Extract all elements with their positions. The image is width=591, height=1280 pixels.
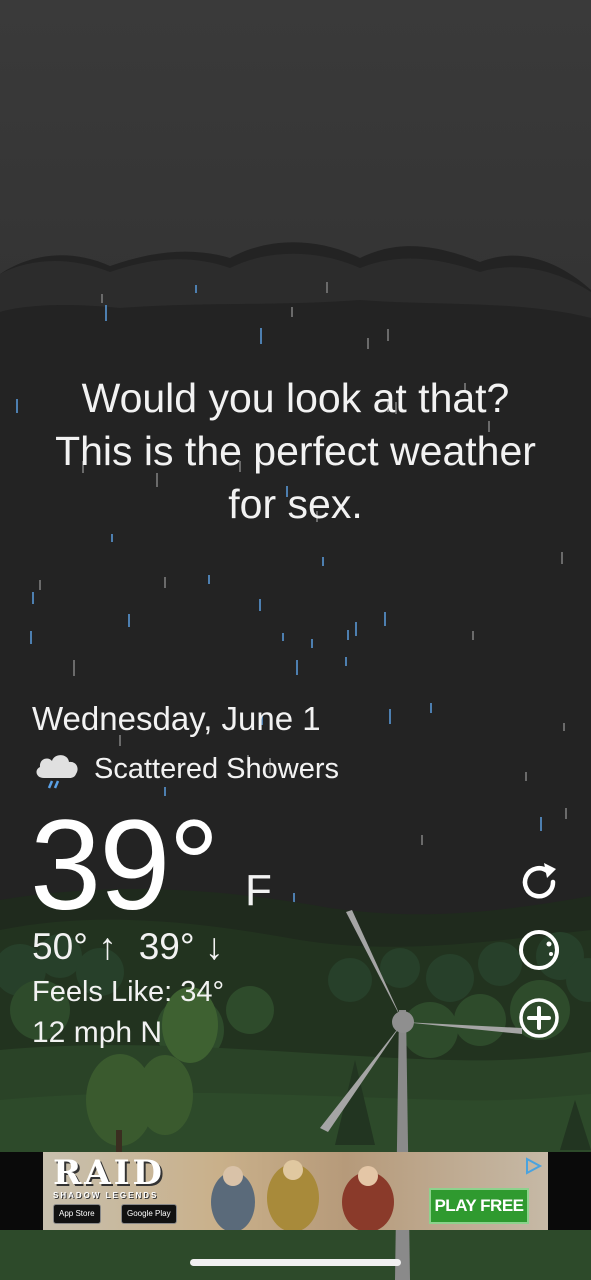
- ad-subtitle: SHADOW LEGENDS: [53, 1191, 159, 1200]
- high-low-row: 50° ↑ 39° ↓: [32, 926, 223, 968]
- temperature-unit[interactable]: F: [245, 866, 272, 916]
- funny-weather-message: Would you look at that? This is the perf…: [55, 375, 536, 527]
- high-temperature: 50° ↑: [32, 926, 117, 967]
- add-location-button[interactable]: [517, 996, 561, 1040]
- add-icon: [519, 998, 559, 1038]
- current-temperature: 39°: [30, 794, 220, 937]
- cloud-rain-icon: [36, 755, 78, 789]
- home-indicator[interactable]: [190, 1259, 401, 1266]
- refresh-button[interactable]: [517, 860, 561, 904]
- date-label: Wednesday, June 1: [32, 700, 321, 737]
- ad-characters-illustration: [211, 1160, 394, 1230]
- moon-phase-button[interactable]: [517, 928, 561, 972]
- moon-phase-icon: [519, 930, 559, 970]
- condition-label: Scattered Showers: [94, 752, 340, 785]
- refresh-icon: [522, 863, 556, 899]
- ad-choices-icon[interactable]: [523, 1156, 543, 1176]
- low-temperature: 39° ↓: [138, 926, 224, 967]
- play-free-button[interactable]: PLAY FREE: [429, 1188, 529, 1224]
- ad-banner[interactable]: RAID SHADOW LEGENDS App Store Google Pla…: [43, 1152, 548, 1230]
- ad-logo: RAID: [53, 1153, 166, 1193]
- google-play-badge[interactable]: Google Play: [121, 1204, 177, 1224]
- feels-like: Feels Like: 34°: [32, 976, 225, 1008]
- app-store-badge[interactable]: App Store: [53, 1204, 101, 1224]
- wind-speed: 12 mph N: [32, 1016, 163, 1049]
- condition-row: Scattered Showers: [32, 746, 339, 792]
